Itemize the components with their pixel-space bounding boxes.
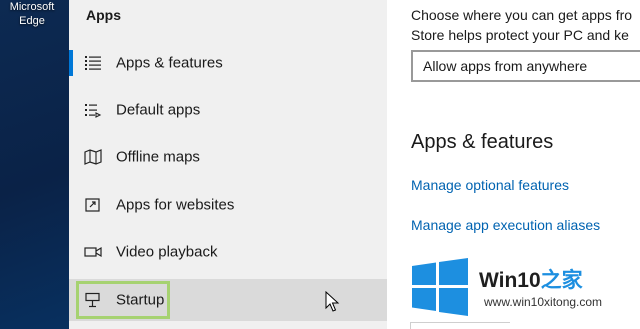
nav-item-label: Startup [116,291,165,309]
default-apps-icon [84,102,102,118]
edge-shortcut-line1: Microsoft [9,1,55,13]
watermark-brand: Win10之家 [479,264,583,294]
startup-icon [84,292,102,308]
manage-optional-features-link[interactable]: Manage optional features [411,177,569,193]
description-line: Choose where you can get apps fro [411,7,633,23]
manage-app-execution-aliases-link[interactable]: Manage app execution aliases [411,217,600,233]
nav-heading: Apps [86,7,121,23]
nav-item-apps-for-websites[interactable]: Apps for websites [69,184,387,226]
nav-item-default-apps[interactable]: Default apps [69,89,387,131]
list-icon [84,55,102,71]
windows-logo-icon [412,258,468,316]
edge-shortcut-label[interactable]: Microsoft Edge [0,0,64,28]
app-source-dropdown[interactable]: Allow apps from anywhere [411,50,640,82]
nav-item-offline-maps[interactable]: Offline maps [69,136,387,178]
nav-item-label: Apps for websites [116,196,235,214]
watermark-brand-main: Win10 [479,269,541,292]
watermark-url: www.win10xitong.com [484,295,603,309]
map-icon [84,149,102,165]
app-source-description: Choose where you can get apps fro Store … [411,5,640,45]
open-in-app-icon [84,197,102,213]
nav-item-video-playback[interactable]: Video playback [69,231,387,273]
description-line: Store helps protect your PC and ke [411,27,629,43]
desktop-background: Microsoft Edge [0,0,69,329]
settings-nav: Apps Apps & features Default apps Offlin… [69,0,387,329]
nav-item-label: Offline maps [116,148,200,166]
video-icon [84,244,102,260]
nav-item-apps-features[interactable]: Apps & features [69,42,387,84]
section-title: Apps & features [411,131,554,153]
edge-shortcut-line2: Edge [19,15,45,27]
nav-item-label: Apps & features [116,54,223,72]
nav-item-label: Video playback [116,243,218,261]
nav-item-label: Default apps [116,101,201,119]
watermark-brand-accent: 之家 [540,269,583,292]
partial-control-outline [410,322,510,329]
mouse-cursor-icon [325,291,340,312]
